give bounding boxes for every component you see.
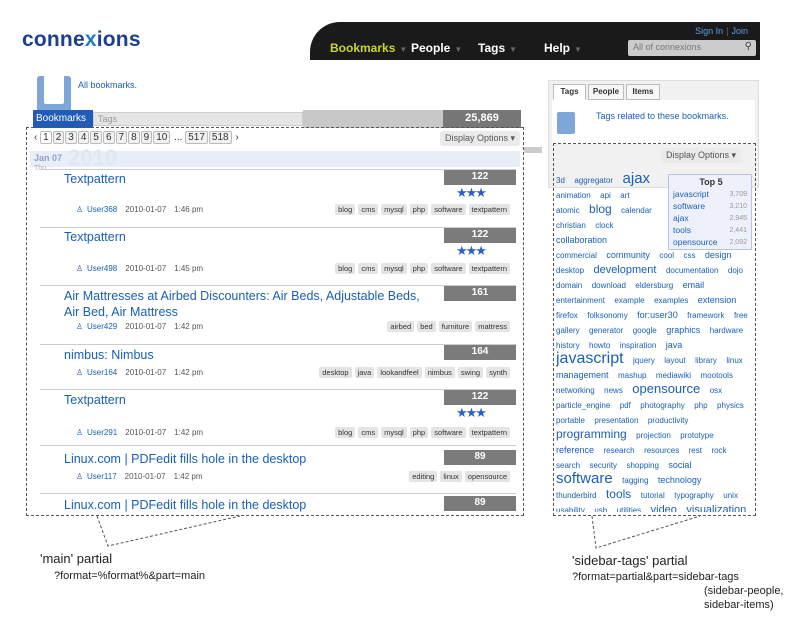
main-partial-caption: 'main' partial <box>40 551 113 566</box>
sidebar-partial-note: sidebar-items) <box>704 599 774 611</box>
sidebar-partial-caption: 'sidebar-tags' partial <box>572 553 688 568</box>
annotation-connectors <box>96 147 701 549</box>
sidebar-partial-url: ?format=partial&part=sidebar-tags <box>572 571 739 583</box>
main-partial-url: ?format=%format%&part=main <box>54 570 206 582</box>
sidebar-partial-note: (sidebar-people, <box>704 585 784 597</box>
page: connexions Bookmarks ▼ People ▼ Tags ▼ Help… <box>0 0 800 632</box>
